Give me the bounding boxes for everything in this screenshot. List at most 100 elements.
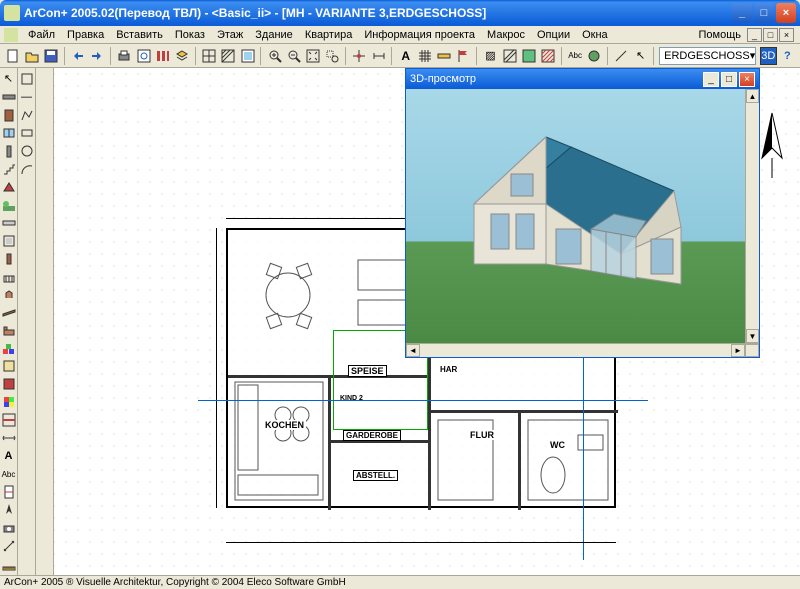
mdi-maximize[interactable]: □ <box>763 28 778 42</box>
menu-apartment[interactable]: Квартира <box>299 28 359 42</box>
mdi-minimize[interactable]: _ <box>747 28 762 42</box>
column-icon[interactable] <box>1 143 17 159</box>
window-tool-icon[interactable] <box>1 125 17 141</box>
zoom-fit-icon[interactable] <box>304 47 321 65</box>
preview-icon[interactable] <box>135 47 152 65</box>
open-icon[interactable] <box>23 47 40 65</box>
section-icon[interactable] <box>1 484 17 500</box>
menu-building[interactable]: Здание <box>249 28 299 42</box>
color-icon[interactable] <box>1 394 17 410</box>
mdi-close[interactable]: × <box>779 28 794 42</box>
text2-icon[interactable]: A <box>1 448 17 464</box>
preview-window[interactable]: 3D-просмотр _ □ × <box>405 68 760 358</box>
menu-file[interactable]: Файл <box>22 28 61 42</box>
zoom-out-icon[interactable] <box>285 47 302 65</box>
label-icon[interactable]: Abc <box>1 466 17 482</box>
preview-titlebar[interactable]: 3D-просмотр _ □ × <box>406 69 759 89</box>
roof-icon[interactable] <box>1 179 17 195</box>
app-menu-icon[interactable] <box>4 28 18 42</box>
furniture-icon[interactable] <box>1 323 17 339</box>
preview-viewport[interactable] <box>406 89 759 343</box>
ruler-icon[interactable] <box>435 47 452 65</box>
preview-close[interactable]: × <box>739 72 755 87</box>
stairs-icon[interactable] <box>1 161 17 177</box>
3d-mode-icon[interactable]: 3D <box>760 47 777 65</box>
door-icon[interactable] <box>1 107 17 123</box>
menu-edit[interactable]: Правка <box>61 28 110 42</box>
menu-windows[interactable]: Окна <box>576 28 614 42</box>
dormer-icon[interactable] <box>1 287 17 303</box>
rect-icon[interactable] <box>19 125 35 141</box>
close-button[interactable]: × <box>776 3 796 23</box>
chimney-icon[interactable] <box>1 251 17 267</box>
scroll-track-h[interactable] <box>420 344 731 357</box>
preview-h-scrollbar[interactable]: ◄ ► <box>406 343 759 357</box>
minimize-button[interactable]: _ <box>732 3 752 23</box>
fill-icon[interactable] <box>520 47 537 65</box>
snap-icon[interactable] <box>351 47 368 65</box>
flag-icon[interactable] <box>455 47 472 65</box>
room-icon[interactable] <box>1 359 17 375</box>
scroll-up-icon[interactable]: ▲ <box>746 89 759 103</box>
beam-icon[interactable] <box>1 305 17 321</box>
preview-maximize[interactable]: □ <box>721 72 737 87</box>
line-type-icon[interactable]: — <box>19 89 35 105</box>
pointer-icon[interactable]: ↖ <box>1 71 17 87</box>
maximize-button[interactable]: □ <box>754 3 774 23</box>
cutplane-icon[interactable] <box>1 412 17 428</box>
ruler2-icon[interactable] <box>1 556 17 572</box>
scroll-down-icon[interactable]: ▼ <box>746 329 759 343</box>
print-icon[interactable] <box>116 47 133 65</box>
abc-icon[interactable]: Abc <box>567 47 584 65</box>
north-icon[interactable] <box>1 502 17 518</box>
layers-icon[interactable] <box>173 47 190 65</box>
poly-icon[interactable] <box>19 107 35 123</box>
dimension2-icon[interactable] <box>1 430 17 446</box>
top-view-icon[interactable] <box>19 71 35 87</box>
menu-macros[interactable]: Макрос <box>481 28 531 42</box>
measure-icon[interactable] <box>1 538 17 554</box>
scroll-right-icon[interactable]: ► <box>731 344 745 357</box>
menu-floor[interactable]: Этаж <box>211 28 249 42</box>
redo-icon[interactable] <box>89 47 106 65</box>
save-icon[interactable] <box>42 47 59 65</box>
preview-minimize[interactable]: _ <box>703 72 719 87</box>
columns-icon[interactable] <box>154 47 171 65</box>
menu-options[interactable]: Опции <box>531 28 576 42</box>
dimension-icon[interactable] <box>370 47 387 65</box>
hatch2-icon[interactable]: ▨ <box>482 47 499 65</box>
hatch4-icon[interactable] <box>539 47 556 65</box>
wall-icon[interactable] <box>1 89 17 105</box>
area-icon[interactable] <box>1 376 17 392</box>
grid2-icon[interactable] <box>416 47 433 65</box>
preview-v-scrollbar[interactable]: ▲ ▼ <box>745 89 759 343</box>
zoom-window-icon[interactable] <box>324 47 341 65</box>
new-icon[interactable] <box>4 47 21 65</box>
hatch-icon[interactable] <box>220 47 237 65</box>
menu-insert[interactable]: Вставить <box>110 28 169 42</box>
arc-icon[interactable] <box>19 161 35 177</box>
window2-icon[interactable] <box>239 47 256 65</box>
tree-icon[interactable] <box>586 47 603 65</box>
slab-icon[interactable] <box>1 215 17 231</box>
menu-view[interactable]: Показ <box>169 28 211 42</box>
scroll-left-icon[interactable]: ◄ <box>406 344 420 357</box>
menu-project-info[interactable]: Информация проекта <box>358 28 481 42</box>
help-icon[interactable]: ? <box>779 47 796 65</box>
menu-help[interactable]: Помощь <box>693 28 748 42</box>
blocks-icon[interactable] <box>1 341 17 357</box>
landscape-icon[interactable] <box>1 197 17 213</box>
camera-icon[interactable] <box>1 520 17 536</box>
hatch3-icon[interactable] <box>501 47 518 65</box>
niche-icon[interactable] <box>1 233 17 249</box>
undo-icon[interactable] <box>70 47 87 65</box>
text-icon[interactable]: A <box>397 47 414 65</box>
grid-icon[interactable] <box>201 47 218 65</box>
balcony-icon[interactable] <box>1 269 17 285</box>
zoom-in-icon[interactable] <box>266 47 283 65</box>
scroll-track-v[interactable] <box>746 103 759 329</box>
arrow-tool-icon[interactable]: ↖ <box>632 47 649 65</box>
layer-combo[interactable]: ERDGESCHOSS▾ <box>659 47 755 65</box>
line-icon[interactable] <box>613 47 630 65</box>
circle-icon[interactable] <box>19 143 35 159</box>
